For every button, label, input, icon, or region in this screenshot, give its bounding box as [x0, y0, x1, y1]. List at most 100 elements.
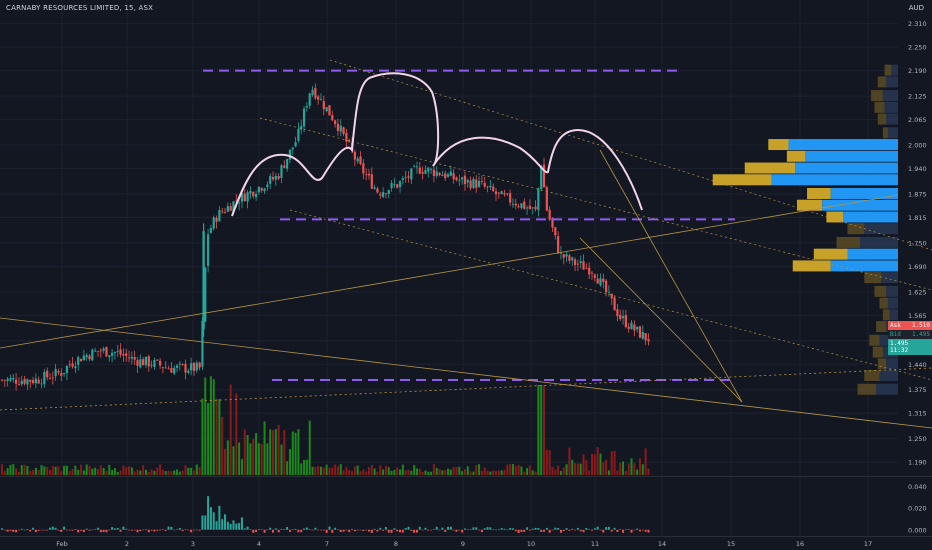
- oscillator-bar: [68, 529, 71, 531]
- oscillator-bar: [641, 529, 644, 531]
- oscillator-bar: [147, 529, 150, 533]
- volume-bar: [198, 467, 201, 475]
- candle-body: [376, 188, 379, 193]
- oscillator-bar: [622, 529, 625, 533]
- price-chart[interactable]: 2.310 2.250 2.190 2.125 2.065 2.000 1.940 1.875…: [0, 0, 932, 550]
- candle-body: [277, 176, 280, 179]
- candle-body: [215, 217, 218, 222]
- volume-bar: [319, 466, 322, 475]
- oscillator-bar: [367, 529, 370, 532]
- oscillator-bar: [60, 529, 63, 532]
- oscillator-bar: [328, 526, 331, 530]
- oscillator-bar: [441, 527, 444, 530]
- oscillator-bar: [607, 526, 610, 530]
- candle-body: [173, 367, 176, 374]
- time-tick-label: 16: [796, 540, 804, 548]
- oscillator-bar: [51, 526, 54, 530]
- volume-bar: [348, 469, 351, 475]
- candle-body: [613, 297, 616, 311]
- volume-bar: [85, 464, 88, 475]
- candle-body: [500, 191, 503, 195]
- candle-body: [444, 173, 447, 179]
- volume-bar: [238, 442, 241, 475]
- oscillator-bar: [610, 529, 613, 532]
- candle-body: [94, 350, 97, 352]
- candle-body: [523, 201, 526, 209]
- volume-bar: [43, 466, 46, 475]
- oscillator-bar: [579, 529, 582, 532]
- oscillator-bar: [102, 529, 105, 532]
- candle-body: [133, 357, 136, 360]
- volume-profile-sell: [857, 383, 877, 395]
- candle-body: [156, 359, 159, 361]
- oscillator-bar: [523, 529, 526, 532]
- candle-body: [249, 191, 252, 194]
- volume-bar: [300, 463, 303, 475]
- oscillator-bar: [224, 514, 227, 530]
- candle-body: [63, 372, 66, 375]
- candle-body: [60, 373, 63, 376]
- volume-bar: [509, 464, 512, 475]
- volume-bar: [531, 470, 534, 475]
- candle-body: [424, 170, 427, 174]
- volume-bar: [1, 464, 3, 475]
- volume-bar: [469, 471, 472, 475]
- oscillator-bar: [277, 529, 280, 533]
- oscillator-bar: [571, 528, 574, 530]
- oscillator-bar: [458, 529, 461, 531]
- oscillator-bar: [413, 529, 416, 533]
- oscillator-bar: [545, 527, 548, 530]
- candle-body: [605, 280, 608, 293]
- candle-body: [206, 234, 210, 266]
- symbol-name: CARNABY RESOURCES LIMITED, 15, ASX: [6, 4, 154, 12]
- oscillator-bar: [503, 528, 506, 530]
- oscillator-bar: [269, 527, 272, 530]
- candle-body: [593, 274, 596, 278]
- oscillator-bar: [331, 529, 334, 533]
- candle-body: [647, 338, 650, 342]
- oscillator-bar: [308, 529, 311, 530]
- oscillator-bar: [283, 529, 286, 530]
- candle-body: [125, 353, 128, 356]
- oscillator-bar: [88, 529, 91, 531]
- oscillator-bar: [156, 529, 159, 531]
- volume-bar: [339, 464, 342, 475]
- volume-bar: [17, 471, 20, 475]
- candle-body: [616, 309, 619, 317]
- volume-bar: [543, 385, 546, 475]
- volume-bar: [288, 449, 291, 475]
- oscillator-bar: [591, 529, 594, 531]
- volume-profile-sell: [877, 76, 887, 88]
- volume-bar: [176, 469, 179, 475]
- volume-profile-sell: [864, 370, 880, 382]
- candle-body: [362, 163, 365, 174]
- candle-body: [384, 193, 388, 195]
- oscillator-bar: [438, 529, 441, 531]
- candle-body: [286, 158, 289, 169]
- oscillator-bar: [348, 529, 351, 533]
- volume-bar: [353, 466, 356, 475]
- volume-profile-sell: [874, 285, 887, 297]
- volume-bar: [396, 467, 399, 475]
- falling-trendline: [0, 317, 932, 429]
- volume-profile-buy: [795, 162, 898, 174]
- oscillator-bar: [489, 527, 492, 530]
- candle-body: [74, 366, 77, 369]
- candle-body: [257, 186, 260, 193]
- chart-container[interactable]: 2.310 2.250 2.190 2.125 2.065 2.000 1.940 1.875…: [0, 0, 932, 550]
- volume-bar: [528, 465, 531, 475]
- candle-body: [353, 151, 356, 160]
- candle-body: [339, 125, 342, 132]
- volume-profile-sell: [796, 199, 823, 211]
- volume-profile-sell: [879, 297, 888, 309]
- candle-body: [48, 378, 52, 380]
- oscillator-bar: [407, 526, 410, 530]
- oscillator-bar: [351, 528, 354, 530]
- pane-separator: [0, 476, 932, 477]
- price-tick-label: 2.125: [908, 93, 927, 101]
- oscillator-bar: [636, 528, 639, 530]
- candle-body: [317, 96, 320, 100]
- volume-profile-sell: [847, 223, 865, 235]
- candle-body: [119, 349, 122, 355]
- candle-body: [382, 192, 385, 197]
